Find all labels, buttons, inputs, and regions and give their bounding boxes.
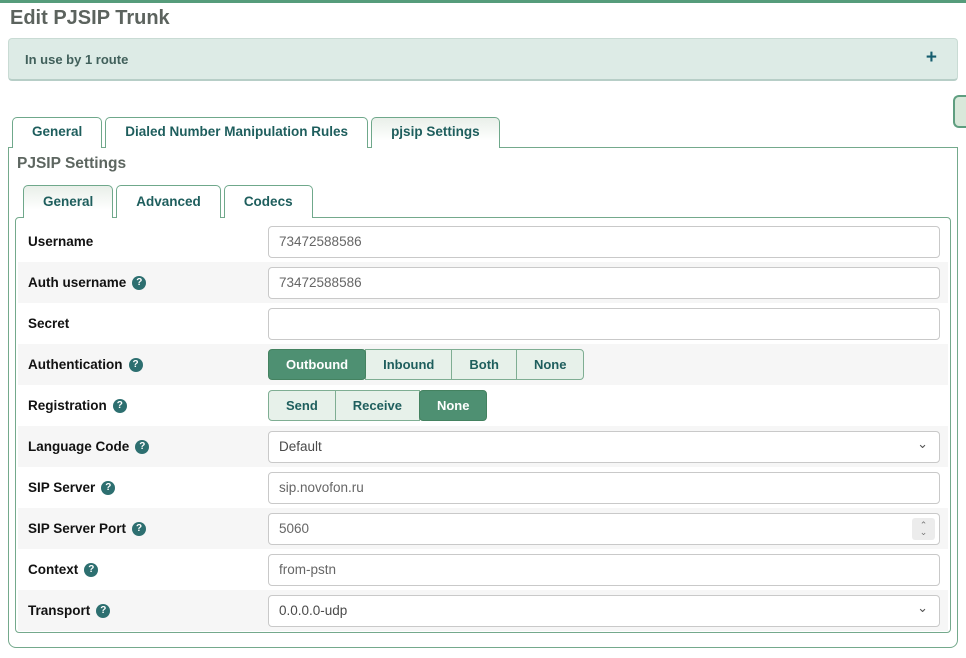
help-icon[interactable]: ?: [96, 604, 110, 618]
form-row: Registration?SendReceiveNone: [18, 385, 948, 426]
tab-pjsip-settings[interactable]: pjsip Settings: [371, 117, 500, 148]
registration-button-group: SendReceiveNone: [268, 390, 487, 421]
form-row: SIP Server?: [18, 467, 948, 508]
secret-label: Secret: [28, 316, 69, 331]
language-code-label: Language Code: [28, 439, 129, 454]
spinner-down-icon[interactable]: ⌄: [920, 529, 928, 536]
form-row: Transport? 0.0.0.0-udp ⌄: [18, 590, 948, 631]
panel-heading: PJSIP Settings: [17, 155, 126, 173]
field-control: SendReceiveNone: [268, 390, 948, 421]
language-code-selected-value: Default: [279, 439, 322, 454]
pjsip-general-form: Username Auth username? Secret Authenticati…: [15, 217, 951, 633]
field-label: Registration?: [18, 398, 268, 413]
edit-pjsip-trunk-page: Edit PJSIP Trunk In use by 1 route + Gen…: [0, 0, 966, 658]
authentication-option-both[interactable]: Both: [451, 349, 517, 380]
field-control: OutboundInboundBothNone: [268, 349, 948, 380]
tab-dialed-number-manipulation-rules[interactable]: Dialed Number Manipulation Rules: [105, 117, 368, 148]
field-control: [268, 308, 948, 340]
field-control: [268, 226, 948, 258]
field-label: Username: [18, 234, 268, 249]
help-icon[interactable]: ?: [113, 399, 127, 413]
page-accent-line: [0, 0, 966, 3]
subtab-general[interactable]: General: [23, 185, 113, 218]
form-row: Language Code? Default ⌄: [18, 426, 948, 467]
username-input[interactable]: [268, 226, 940, 258]
in-use-notice-text: In use by 1 route: [25, 52, 128, 67]
trunk-tab-bar: GeneralDialed Number Manipulation Rulesp…: [12, 117, 503, 148]
help-icon[interactable]: ?: [101, 481, 115, 495]
field-label: Language Code?: [18, 439, 268, 454]
sip-server-port-number-field: ⌃⌄: [268, 513, 940, 545]
field-control: 0.0.0.0-udp ⌄: [268, 595, 948, 627]
registration-option-receive[interactable]: Receive: [335, 390, 420, 421]
transport-selected-value: 0.0.0.0-udp: [279, 603, 347, 618]
auth-username-label: Auth username: [28, 275, 126, 290]
authentication-label: Authentication: [28, 357, 123, 372]
form-row: SIP Server Port? ⌃⌄: [18, 508, 948, 549]
registration-option-send[interactable]: Send: [268, 390, 336, 421]
field-label: Context?: [18, 562, 268, 577]
secret-input[interactable]: [268, 308, 940, 340]
field-label: Secret: [18, 316, 268, 331]
field-label: SIP Server Port?: [18, 521, 268, 536]
help-icon[interactable]: ?: [84, 563, 98, 577]
registration-label: Registration: [28, 398, 107, 413]
username-label: Username: [28, 234, 93, 249]
registration-option-none[interactable]: None: [419, 390, 488, 421]
form-row: Context?: [18, 549, 948, 590]
chevron-down-icon: ⌄: [917, 600, 928, 616]
authentication-option-outbound[interactable]: Outbound: [268, 349, 366, 380]
pjsip-settings-panel: PJSIP Settings GeneralAdvancedCodecs Use…: [8, 147, 958, 648]
sip-server-label: SIP Server: [28, 480, 95, 495]
form-row: Authentication?OutboundInboundBothNone: [18, 344, 948, 385]
transport-select[interactable]: 0.0.0.0-udp ⌄: [268, 595, 940, 627]
pjsip-sub-tab-bar: GeneralAdvancedCodecs: [23, 185, 316, 218]
subtab-advanced[interactable]: Advanced: [116, 185, 221, 218]
sip-server-port-label: SIP Server Port: [28, 521, 126, 536]
language-code-select[interactable]: Default ⌄: [268, 431, 940, 463]
field-control: Default ⌄: [268, 431, 948, 463]
chevron-down-icon: ⌄: [917, 436, 928, 452]
field-control: [268, 267, 948, 299]
help-icon[interactable]: ?: [129, 358, 143, 372]
context-label: Context: [28, 562, 78, 577]
field-label: Authentication?: [18, 357, 268, 372]
authentication-option-none[interactable]: None: [516, 349, 585, 380]
number-spinner[interactable]: ⌃⌄: [912, 518, 935, 540]
in-use-notice[interactable]: In use by 1 route +: [8, 38, 958, 81]
help-icon[interactable]: ?: [135, 440, 149, 454]
transport-label: Transport: [28, 603, 90, 618]
field-control: [268, 554, 948, 586]
subtab-codecs[interactable]: Codecs: [224, 185, 313, 218]
help-icon[interactable]: ?: [132, 522, 146, 536]
sip-server-input[interactable]: [268, 472, 940, 504]
field-label: Auth username?: [18, 275, 268, 290]
side-flyout-button[interactable]: [953, 95, 966, 128]
field-control: [268, 472, 948, 504]
field-label: Transport?: [18, 603, 268, 618]
help-icon[interactable]: ?: [132, 276, 146, 290]
authentication-option-inbound[interactable]: Inbound: [365, 349, 452, 380]
form-row: Username: [18, 221, 948, 262]
form-row: Auth username?: [18, 262, 948, 303]
field-label: SIP Server?: [18, 480, 268, 495]
form-row: Secret: [18, 303, 948, 344]
page-title: Edit PJSIP Trunk: [10, 7, 170, 30]
field-control: ⌃⌄: [268, 513, 948, 545]
tab-general[interactable]: General: [12, 117, 102, 148]
sip-server-port-input[interactable]: [268, 513, 940, 545]
authentication-button-group: OutboundInboundBothNone: [268, 349, 584, 380]
auth-username-input[interactable]: [268, 267, 940, 299]
expand-plus-icon[interactable]: +: [926, 47, 937, 69]
context-input[interactable]: [268, 554, 940, 586]
